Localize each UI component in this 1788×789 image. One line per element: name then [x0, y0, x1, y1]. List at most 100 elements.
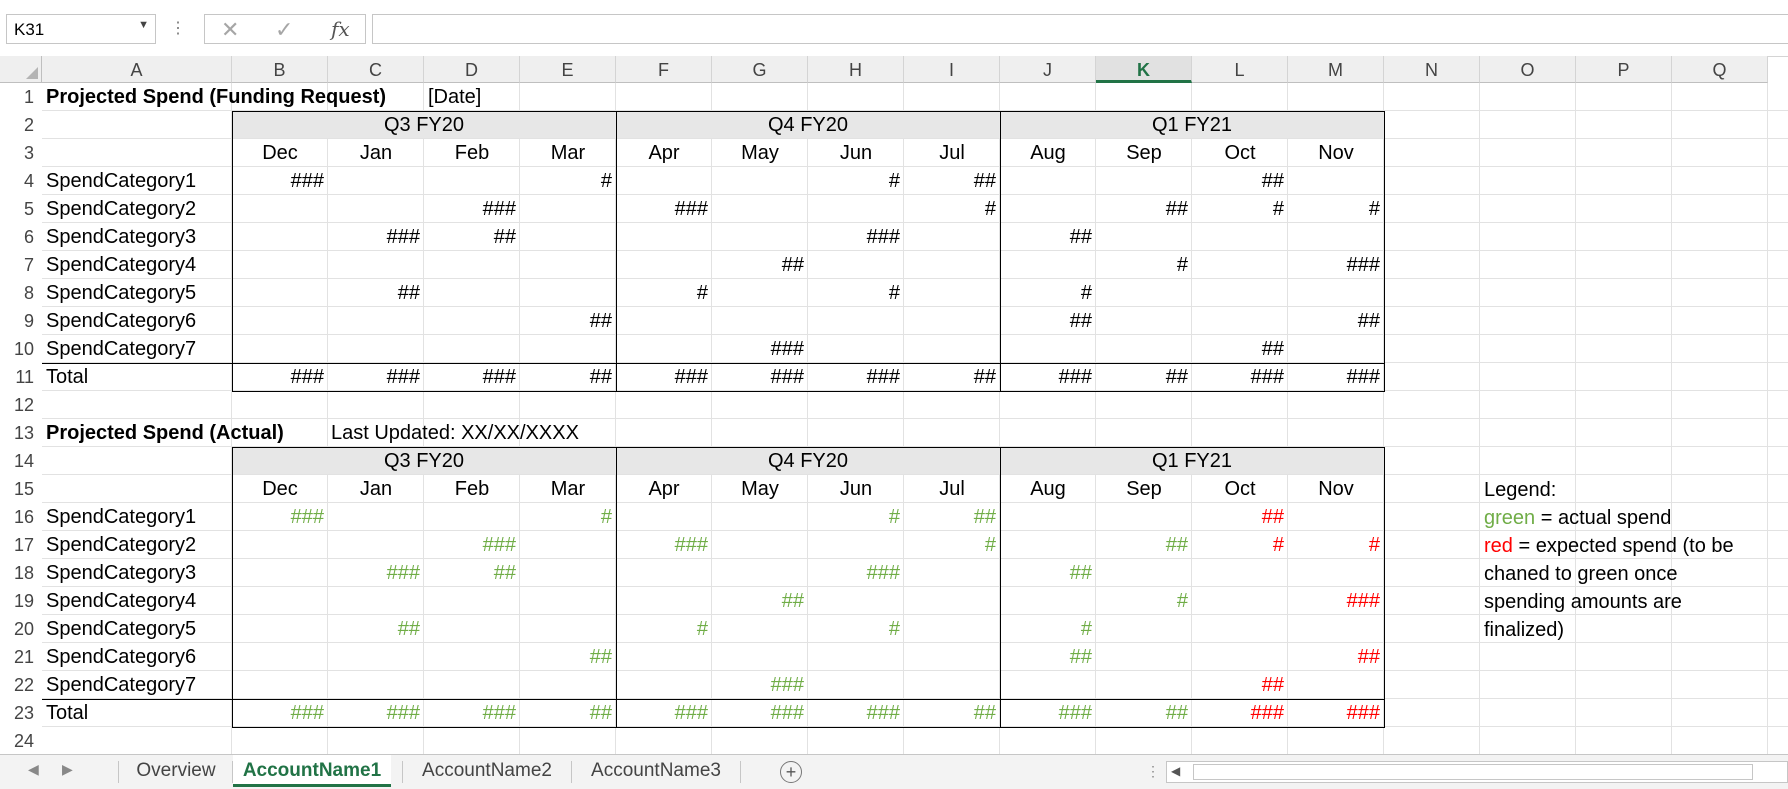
table2-category-label: SpendCategory6 [46, 646, 197, 668]
row-header-10[interactable]: 10 [0, 335, 42, 363]
column-header-a[interactable]: A [42, 56, 232, 83]
table2-total-cell: ### [482, 702, 516, 724]
table2-quarter-header: Q1 FY21 [1151, 450, 1233, 472]
table1-category-label: SpendCategory7 [46, 338, 197, 360]
tab-splitter-icon[interactable]: ⋮ [1146, 763, 1160, 780]
column-header-m[interactable]: M [1288, 56, 1384, 83]
worksheet-grid[interactable]: ABCDEFGHIJKLMNOPQ 1 2 3 4 5 6 7 8 9 10 11 12 13 14 15 1… [0, 56, 1788, 754]
table2-value-cell: ### [866, 562, 900, 584]
row-header-8[interactable]: 8 [0, 279, 42, 307]
table1-month-header: Mar [550, 142, 586, 164]
table1-quarter-header: Q3 FY20 [383, 114, 465, 136]
table1-value-cell: # [1272, 198, 1284, 220]
table1-category-label: SpendCategory4 [46, 254, 197, 276]
table1-value-cell: ### [482, 198, 516, 220]
formula-input[interactable] [372, 14, 1788, 44]
sheet-tab-accountname1[interactable]: AccountName1 [233, 755, 391, 787]
column-header-j[interactable]: J [1000, 56, 1096, 83]
scrollbar-thumb[interactable] [1193, 764, 1753, 780]
function-icon[interactable]: fx [331, 17, 350, 41]
legend-line-5: finalized) [1484, 619, 1565, 641]
table1-value-cell: # [1080, 282, 1092, 304]
table1-value-cell: ### [1346, 254, 1380, 276]
row-header-5[interactable]: 5 [0, 195, 42, 223]
row-header-12[interactable]: 12 [0, 391, 42, 419]
row-header-20[interactable]: 20 [0, 615, 42, 643]
table1-value-cell: ## [1261, 170, 1284, 192]
row-header-7[interactable]: 7 [0, 251, 42, 279]
row-header-18[interactable]: 18 [0, 559, 42, 587]
row-header-3[interactable]: 3 [0, 139, 42, 167]
column-header-o[interactable]: O [1480, 56, 1576, 83]
formula-buttons: ✕ ✓ fx [204, 14, 366, 44]
row-header-16[interactable]: 16 [0, 503, 42, 531]
table-border-bottom [232, 391, 1384, 392]
name-box-value: K31 [14, 20, 45, 39]
table2-value-cell: ## [1069, 562, 1092, 584]
column-header-e[interactable]: E [520, 56, 616, 83]
column-header-p[interactable]: P [1576, 56, 1672, 83]
row-header-4[interactable]: 4 [0, 167, 42, 195]
enter-icon[interactable]: ✓ [275, 17, 293, 43]
row-header-6[interactable]: 6 [0, 223, 42, 251]
row-header-21[interactable]: 21 [0, 643, 42, 671]
row-header-17[interactable]: 17 [0, 531, 42, 559]
table1-quarter-header: Q1 FY21 [1151, 114, 1233, 136]
column-header-i[interactable]: I [904, 56, 1000, 83]
row-header-11[interactable]: 11 [0, 363, 42, 391]
table1-value-cell: ## [397, 282, 420, 304]
scroll-left-arrow-icon[interactable]: ◀ [1171, 764, 1180, 778]
row-header-23[interactable]: 23 [0, 699, 42, 727]
gridline-horizontal [42, 670, 1788, 671]
table2-month-header: Sep [1126, 478, 1162, 500]
column-header-c[interactable]: C [328, 56, 424, 83]
legend-line-3: chaned to green once [1484, 563, 1678, 585]
column-header-h[interactable]: H [808, 56, 904, 83]
scroll-right-icon[interactable]: ▶ [62, 761, 73, 778]
row-header-22[interactable]: 22 [0, 671, 42, 699]
table2-value-cell: ## [1261, 674, 1284, 696]
row-header-19[interactable]: 19 [0, 587, 42, 615]
table2-month-header: May [741, 478, 779, 500]
table1-value-cell: # [696, 282, 708, 304]
sheet-tab-overview[interactable]: Overview [120, 755, 232, 787]
column-header-d[interactable]: D [424, 56, 520, 83]
table1-value-cell: # [1176, 254, 1188, 276]
column-header-k[interactable]: K [1096, 56, 1192, 83]
row-header-1[interactable]: 1 [0, 83, 42, 111]
row-header-24[interactable]: 24 [0, 727, 42, 754]
row-header-9[interactable]: 9 [0, 307, 42, 335]
row-header-2[interactable]: 2 [0, 111, 42, 139]
table1-value-cell: ## [1261, 338, 1284, 360]
sheet-tab-accountname3[interactable]: AccountName3 [572, 755, 740, 787]
table1-month-header: Apr [648, 142, 680, 164]
chevron-down-icon[interactable]: ▼ [138, 19, 149, 31]
table2-category-label: SpendCategory3 [46, 562, 197, 584]
table2-month-header: Dec [262, 478, 298, 500]
table1-value-cell: # [888, 170, 900, 192]
table1-total-cell: ### [1058, 366, 1092, 388]
column-header-l[interactable]: L [1192, 56, 1288, 83]
gridline-horizontal [42, 306, 1788, 307]
column-header-f[interactable]: F [616, 56, 712, 83]
column-header-g[interactable]: G [712, 56, 808, 83]
column-header-b[interactable]: B [232, 56, 328, 83]
table2-month-header: Jul [939, 478, 965, 500]
table1-value-cell: ## [1165, 198, 1188, 220]
select-all-button[interactable] [0, 56, 42, 83]
name-box[interactable]: K31 ▼ [6, 14, 156, 44]
scroll-left-icon[interactable]: ◀ [28, 761, 39, 778]
row-header-15[interactable]: 15 [0, 475, 42, 503]
cancel-icon[interactable]: ✕ [221, 17, 239, 43]
sheet-tab-accountname2[interactable]: AccountName2 [403, 755, 571, 787]
add-sheet-icon[interactable]: + [780, 761, 802, 783]
row-header-14[interactable]: 14 [0, 447, 42, 475]
column-header-q[interactable]: Q [1672, 56, 1768, 83]
row-header-13[interactable]: 13 [0, 419, 42, 447]
column-header-n[interactable]: N [1384, 56, 1480, 83]
table2-value-cell: ## [397, 618, 420, 640]
table1-month-header: Feb [454, 142, 490, 164]
table2-value-cell: ## [973, 506, 996, 528]
horizontal-scrollbar[interactable]: ◀ [1166, 761, 1788, 783]
more-options-icon[interactable]: ⋮ [170, 18, 186, 38]
